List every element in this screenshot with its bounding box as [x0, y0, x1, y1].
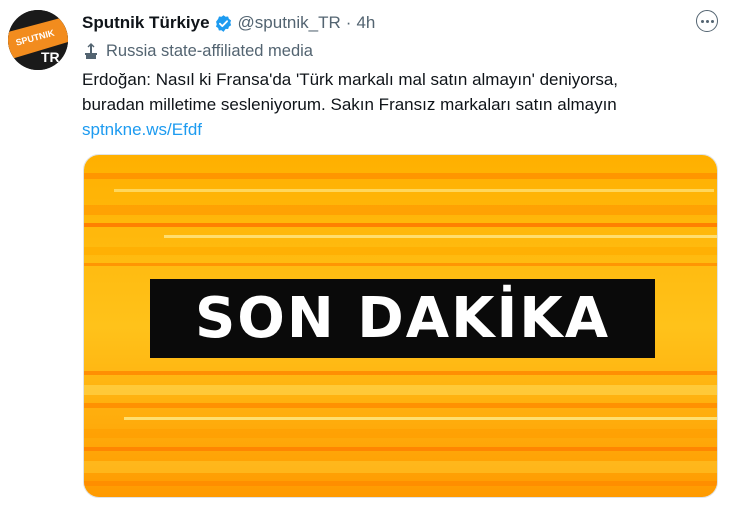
timestamp[interactable]: 4h	[356, 13, 375, 33]
tweet-text: Erdoğan: Nasıl ki Fransa'da 'Türk markal…	[82, 67, 722, 142]
tweet-media-image[interactable]: SON DAKİKA	[83, 154, 718, 498]
state-affiliation-label[interactable]: Russia state-affiliated media	[82, 40, 313, 62]
display-name[interactable]: Sputnik Türkiye	[82, 13, 210, 33]
breaking-news-banner: SON DAKİKA	[150, 279, 655, 358]
tweet-text-line: buradan milletime sesleniyorum. Sakın Fr…	[82, 95, 617, 114]
banner-text: SON DAKİKA	[194, 285, 611, 351]
avatar[interactable]: SPUTNIK TR	[8, 10, 68, 70]
separator-dot: ·	[345, 13, 352, 32]
verified-badge-icon	[214, 14, 233, 33]
tweet-text-line: Erdoğan: Nasıl ki Fransa'da 'Türk markal…	[82, 70, 619, 89]
more-options-icon[interactable]	[696, 10, 718, 32]
tweet-card[interactable]: SPUTNIK TR Sputnik Türkiye @sputnik_TR ·…	[0, 0, 734, 505]
handle[interactable]: @sputnik_TR	[238, 13, 341, 33]
tweet-link[interactable]: sptnkne.ws/Efdf	[82, 117, 722, 142]
avatar-region-text: TR	[41, 49, 60, 65]
state-affiliated-podium-icon	[82, 42, 100, 60]
affiliation-text: Russia state-affiliated media	[106, 41, 313, 60]
tweet-header: Sputnik Türkiye @sputnik_TR · 4h	[82, 12, 694, 34]
